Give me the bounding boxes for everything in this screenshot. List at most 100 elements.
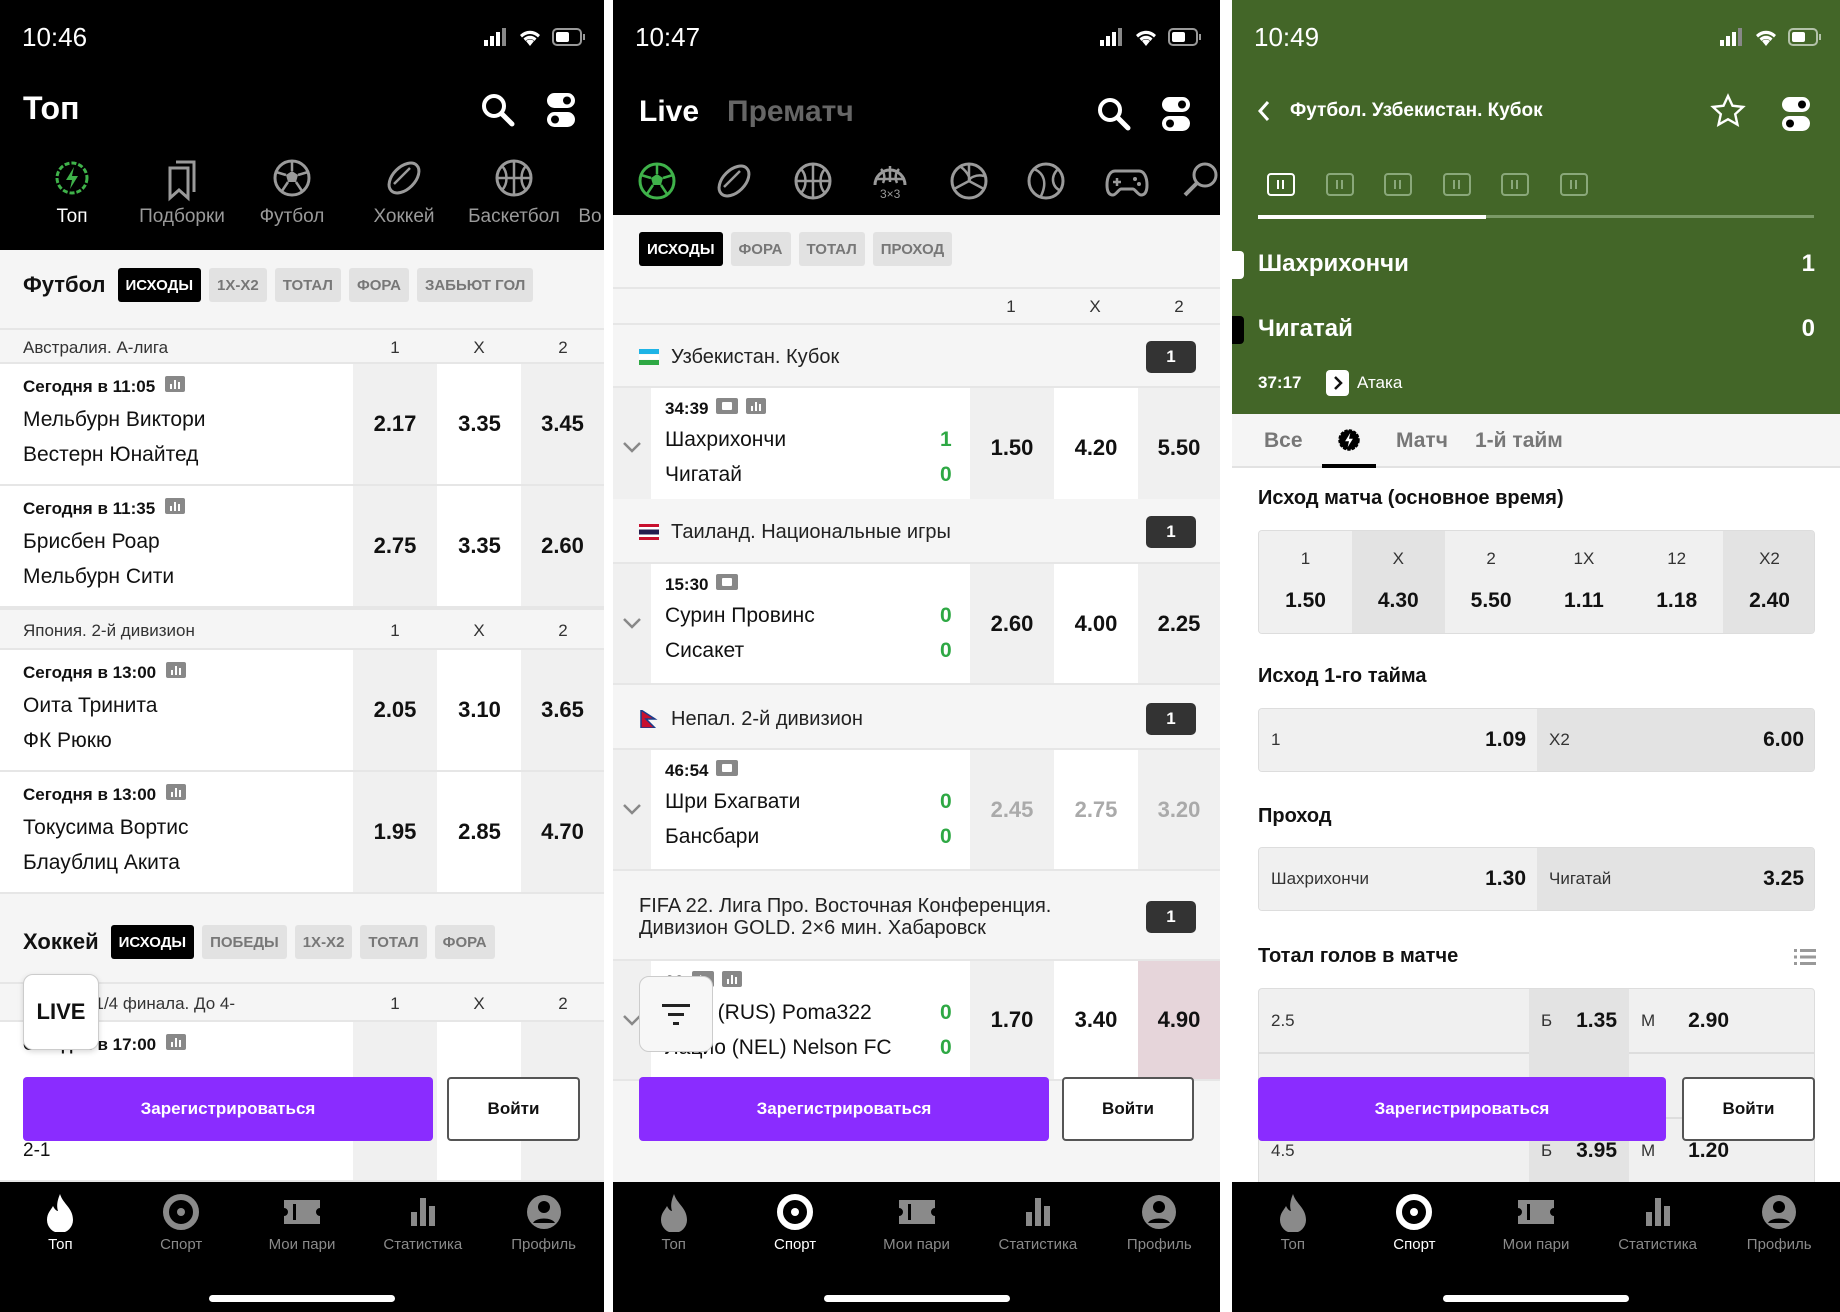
sport-basketball[interactable] [793,161,837,205]
nav-item-target[interactable]: Спорт [735,1192,855,1253]
info-tab-lineup-icon[interactable] [1442,173,1471,196]
odds-button[interactable]: 3.10 [438,650,521,770]
odds-button[interactable]: 3.40 [1054,961,1138,1079]
league-row[interactable]: Непал. 2-й дивизион 1 [613,687,1220,750]
tab-0[interactable]: Все [1264,429,1303,453]
login-button[interactable]: Войти [447,1077,580,1141]
category-bookmarks[interactable]: Подборки [122,158,242,228]
tab-live[interactable]: Live [639,95,699,129]
odds-button[interactable]: 1 1.09 [1259,709,1538,771]
under-button[interactable]: М 2.90 [1629,989,1741,1054]
odds-button[interactable]: 3.35 [438,364,521,484]
settings-toggle-icon[interactable] [1161,96,1191,137]
odds-button[interactable]: X2 2.40 [1723,531,1814,633]
chevron-down-icon[interactable] [622,802,642,820]
odds-button[interactable]: 4.20 [1054,388,1138,507]
chevron-down-icon[interactable] [622,616,642,634]
match-row[interactable]: Сегодня в 13:00 Токусима Вортис Блаублиц А… [0,772,604,894]
market-chip[interactable]: ИСХОДЫ [110,925,195,959]
odds-button[interactable]: Шахрихончи 1.30 [1259,848,1538,910]
match-row[interactable]: Сегодня в 11:05 Мельбурн Виктори Вестерн Ю… [0,364,604,486]
match-row[interactable]: Сегодня в 11:35 Брисбен Роар Мельбурн Сити… [0,486,604,608]
list-view-icon[interactable] [1794,948,1816,971]
info-tab-field-icon[interactable] [1384,173,1412,196]
nav-item-user[interactable]: Профиль [1719,1192,1839,1253]
odds-button[interactable]: 2.85 [438,772,521,892]
sport-basketball-3x3[interactable]: 3×3 [870,161,914,205]
market-chip[interactable]: ИСХОДЫ [639,232,723,266]
info-tab-e-icon[interactable] [1559,173,1588,196]
nav-item-user[interactable]: Профиль [1099,1192,1219,1253]
match-row[interactable]: 34:39 Шахрихончи 1 Чигатай 0 1.50 4.20 5.50 [613,388,1220,509]
odds-button[interactable]: 12 1.18 [1630,531,1724,633]
odds-button[interactable]: 1.95 [353,772,437,892]
odds-button[interactable]: 2.75 [353,486,437,606]
nav-item-bar-chart[interactable]: Статистика [1598,1192,1718,1253]
register-button[interactable]: Зарегистрироваться [639,1077,1049,1141]
tab-prematch[interactable]: Прематч [727,95,854,129]
live-button[interactable]: LIVE [23,974,99,1050]
nav-item-flame[interactable]: Топ [614,1192,734,1253]
market-chip[interactable]: ФОРА [730,232,791,266]
odds-button[interactable]: 2.05 [353,650,437,770]
tab-2[interactable]: Матч [1396,429,1448,453]
league-row[interactable]: Узбекистан. Кубок 1 [613,325,1220,388]
market-chip[interactable]: ТОТАЛ [798,232,865,266]
settings-toggle-icon[interactable] [546,92,576,133]
login-button[interactable]: Войти [1682,1077,1815,1141]
market-chip[interactable]: ПРОХОД [872,232,953,266]
odds-button[interactable]: 4.90 [1138,961,1220,1079]
sport-soccer-ball[interactable] [637,161,681,205]
nav-item-bar-chart[interactable]: Статистика [363,1192,483,1253]
odds-button[interactable]: 3.35 [438,486,521,606]
odds-button[interactable]: 3.45 [521,364,604,484]
odds-button[interactable]: 2.17 [353,364,437,484]
market-chip[interactable]: ПОБЕДЫ [202,925,287,959]
odds-button[interactable]: 4.70 [521,772,604,892]
odds-button[interactable]: 2.60 [521,486,604,606]
nav-item-target[interactable]: Спорт [1354,1192,1474,1253]
sport-gamepad[interactable] [1105,161,1149,205]
match-row[interactable]: Сегодня в 13:00 Оита Тринита ФК Рюкю 2.05 3.… [0,650,604,772]
odds-button[interactable]: 1.70 [970,961,1054,1079]
info-tab-info-icon[interactable] [1267,173,1295,196]
odds-button[interactable]: X2 6.00 [1537,709,1814,771]
nav-item-ticket[interactable]: Мои пари [242,1192,362,1253]
sport-hockey-puck[interactable] [714,161,758,205]
nav-item-flame[interactable]: Топ [1233,1192,1353,1253]
odds-button[interactable]: 2.60 [970,564,1054,683]
odds-button[interactable]: Чигатай 3.25 [1537,848,1814,910]
search-icon[interactable] [480,92,516,133]
market-chip[interactable]: ЗАБЬЮТ ГОЛ [416,268,534,302]
settings-toggle-icon[interactable] [1781,96,1811,137]
category-sport[interactable]: Во [530,158,604,228]
market-chip[interactable]: ФОРА [434,925,495,959]
nav-item-target[interactable]: Спорт [121,1192,241,1253]
market-chip[interactable]: ТОТАЛ [360,925,427,959]
nav-item-user[interactable]: Профиль [484,1192,604,1253]
nav-item-ticket[interactable]: Мои пари [1476,1192,1596,1253]
chevron-down-icon[interactable] [622,440,642,458]
category-lightning-badge[interactable]: Топ [12,158,132,228]
odds-button[interactable]: 1.50 [970,388,1054,507]
match-row[interactable]: 15:30 Сурин Провинс 0 Сисакет 0 2.60 4.00 2.25 [613,564,1220,685]
favorite-star-icon[interactable] [1710,93,1746,134]
back-icon[interactable] [1256,99,1272,128]
register-button[interactable]: Зарегистрироваться [1258,1077,1666,1141]
match-row[interactable]: 46:54 Шри Бхагвати 0 Бансбари 0 2.45 2.75 3.20 [613,750,1220,871]
market-chip[interactable]: ТОТАЛ [274,268,341,302]
filter-button[interactable] [639,976,713,1052]
search-icon[interactable] [1096,96,1132,137]
register-button[interactable]: Зарегистрироваться [23,1077,433,1141]
odds-button[interactable]: 1X 1.11 [1537,531,1631,633]
odds-button[interactable]: X 4.30 [1351,531,1445,633]
nav-item-bar-chart[interactable]: Статистика [978,1192,1098,1253]
info-tab-stats-icon[interactable] [1325,173,1354,196]
market-chip[interactable]: ИСХОДЫ [117,268,202,302]
sport-volleyball[interactable] [949,161,993,205]
sport-table-tennis[interactable] [1181,161,1220,205]
odds-button[interactable]: 5.50 [1138,388,1220,507]
league-row[interactable]: Таиланд. Национальные игры 1 [613,499,1220,564]
login-button[interactable]: Войти [1062,1077,1194,1141]
odds-button[interactable]: 2 5.50 [1444,531,1538,633]
